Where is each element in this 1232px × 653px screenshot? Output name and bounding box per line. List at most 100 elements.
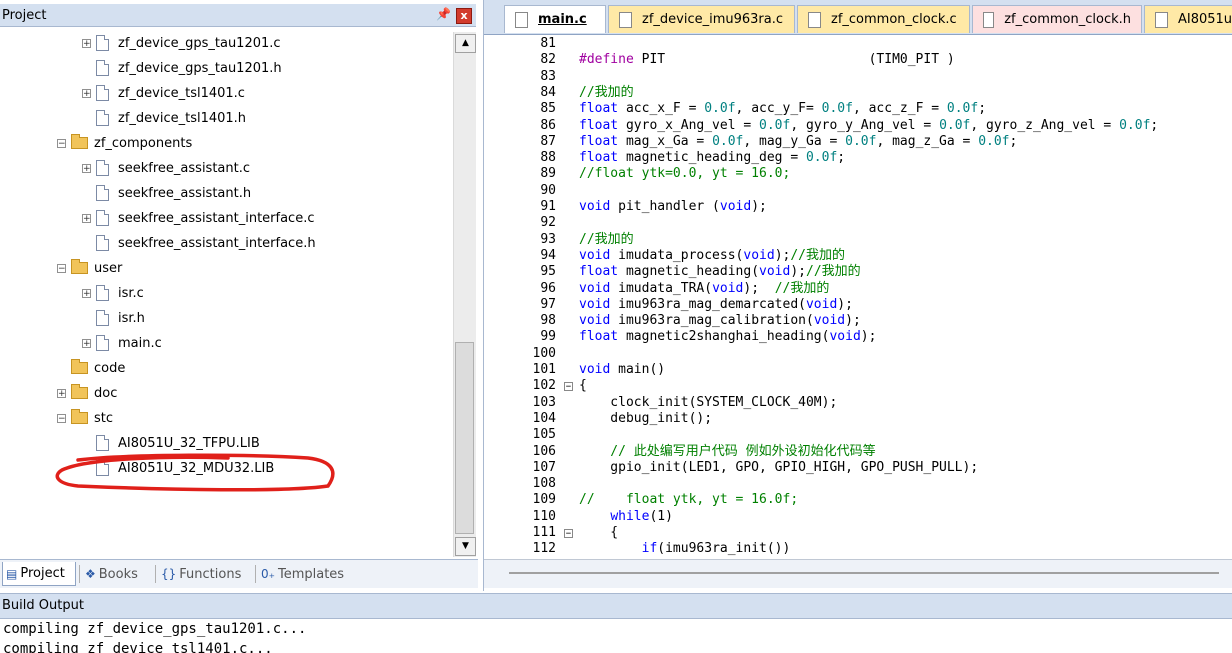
scroll-down-arrow-icon[interactable]: ▼	[455, 537, 476, 556]
code-token: , gyro_y_Ang_vel =	[790, 117, 940, 133]
tree-item[interactable]: zf_device_tsl1401.h	[82, 107, 246, 129]
editor-tab[interactable]: main.c	[504, 5, 606, 33]
tree-item-label: main.c	[118, 335, 162, 351]
tab-templates[interactable]: 0₊ Templates	[258, 562, 352, 586]
expand-icon[interactable]: +	[82, 213, 91, 223]
code-text: float magnetic_heading(void);//我加的	[579, 264, 861, 280]
collapse-icon[interactable]: −	[57, 413, 66, 423]
code-token: float	[579, 133, 619, 149]
tab-label: Templates	[277, 566, 345, 582]
line-number: 105	[532, 427, 556, 443]
editor-tab[interactable]: zf_common_clock.c	[797, 5, 970, 33]
scroll-up-arrow-icon[interactable]: ▲	[455, 34, 476, 53]
expand-icon[interactable]: +	[57, 388, 66, 398]
code-token: void	[579, 362, 611, 377]
fold-collapse-icon[interactable]: −	[564, 529, 573, 539]
file-icon	[96, 335, 109, 351]
line-number: 86	[540, 117, 556, 133]
code-token: //我加的	[774, 280, 830, 296]
tree-item[interactable]: − zf_components	[57, 132, 192, 154]
tree-item[interactable]: isr.h	[82, 307, 145, 329]
tree-item[interactable]: − stc	[57, 407, 113, 429]
tree-item[interactable]: seekfree_assistant_interface.h	[82, 232, 316, 254]
code-token: magnetic_heading_deg =	[618, 150, 806, 166]
code-line: 83	[484, 69, 1232, 85]
line-number: 102	[532, 378, 556, 394]
code-token: gyro_x_Ang_vel =	[618, 117, 760, 133]
code-line: 111− {	[484, 525, 1232, 541]
tree-item[interactable]: code	[57, 357, 125, 379]
tab-books[interactable]: ❖ Books	[82, 562, 152, 586]
file-icon	[96, 435, 109, 451]
file-icon	[96, 310, 109, 326]
tree-item[interactable]: zf_device_gps_tau1201.h	[82, 57, 282, 79]
folder-icon	[71, 384, 88, 399]
tab-label: Project	[20, 566, 65, 581]
code-text: void imu963ra_mag_demarcated(void);	[579, 297, 853, 313]
tree-item[interactable]: + zf_device_tsl1401.c	[82, 82, 245, 104]
editor-area: main.c zf_device_imu963ra.c zf_common_cloc…	[483, 0, 1232, 591]
tree-item[interactable]: AI8051U_32_TFPU.LIB	[82, 432, 260, 454]
editor-tab[interactable]: AI8051u	[1144, 5, 1232, 33]
tree-item[interactable]: − user	[57, 257, 122, 279]
expand-icon[interactable]: +	[82, 38, 91, 48]
tree-item-label: zf_device_tsl1401.c	[118, 85, 245, 101]
tree-item[interactable]: + doc	[57, 382, 117, 404]
tree-item[interactable]: seekfree_assistant.h	[82, 182, 251, 204]
file-icon	[96, 460, 109, 476]
project-panel-title: Project	[2, 8, 47, 23]
pin-icon[interactable]: 📌	[436, 7, 451, 21]
editor-tab[interactable]: zf_common_clock.h	[972, 5, 1142, 33]
line-number: 90	[540, 182, 556, 198]
expand-icon[interactable]: +	[82, 338, 91, 348]
expand-icon[interactable]: +	[82, 163, 91, 173]
tree-item-label: zf_device_gps_tau1201.h	[118, 60, 282, 76]
code-token: void	[579, 280, 611, 296]
code-token: 0.0f	[759, 117, 791, 133]
collapse-icon[interactable]: −	[57, 138, 66, 148]
close-icon[interactable]: x	[456, 8, 472, 24]
project-panel-tabs: ▤ Project ❖ Books{} Functions 0₊ Templates	[0, 559, 478, 588]
code-line: 91 void pit_handler (void);	[484, 199, 1232, 215]
code-line: 108	[484, 476, 1232, 492]
scrollbar-thumb[interactable]	[455, 342, 474, 534]
tree-item[interactable]: + isr.c	[82, 282, 144, 304]
code-token: void	[579, 296, 611, 312]
tree-item[interactable]: + seekfree_assistant.c	[82, 157, 250, 179]
code-token: void	[719, 199, 752, 214]
code-token: (imu963ra_init())	[657, 541, 791, 557]
tab-project[interactable]: ▤ Project	[2, 562, 76, 586]
collapse-icon[interactable]: −	[57, 263, 66, 273]
tree-item[interactable]: + seekfree_assistant_interface.c	[82, 207, 315, 229]
expand-icon[interactable]: +	[82, 88, 91, 98]
tree-scrollbar[interactable]: ▲ ▼	[453, 32, 476, 557]
tree-item-label: zf_device_gps_tau1201.c	[118, 35, 281, 51]
tab-separator	[155, 565, 156, 583]
line-number: 106	[532, 443, 556, 459]
code-text: if(imu963ra_init())	[579, 541, 791, 557]
code-editor[interactable]: 81 82 #define PIT (TIM0_PIT ) 83 84 //我加的 85 fl…	[484, 36, 1232, 559]
tab-functions[interactable]: {} Functions	[158, 562, 252, 586]
file-icon	[983, 11, 995, 28]
editor-tab[interactable]: zf_device_imu963ra.c	[608, 5, 795, 33]
books-icon: ❖	[85, 567, 96, 581]
tree-item[interactable]: AI8051U_32_MDU32.LIB	[82, 457, 274, 479]
code-text: void pit_handler (void);	[579, 199, 767, 215]
tree-item[interactable]: + zf_device_gps_tau1201.c	[82, 32, 281, 54]
code-text: while(1)	[579, 509, 673, 525]
code-token: );	[743, 280, 775, 296]
tree-item[interactable]: + main.c	[82, 332, 162, 354]
fold-collapse-icon[interactable]: −	[564, 382, 573, 392]
expand-icon[interactable]: +	[82, 288, 91, 298]
code-line: 90	[484, 183, 1232, 199]
code-token: gpio_init(LED1, GPO, GPIO_HIGH, GPO_PUSH…	[579, 459, 979, 475]
code-text: float mag_x_Ga = 0.0f, mag_y_Ga = 0.0f, …	[579, 134, 1017, 150]
line-number: 95	[540, 264, 556, 280]
file-icon	[96, 85, 109, 101]
editor-horizontal-scrollbar[interactable]	[484, 559, 1232, 588]
